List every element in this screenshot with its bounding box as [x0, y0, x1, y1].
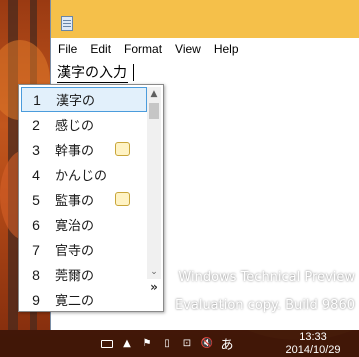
candidate-number: 7 [32, 241, 40, 258]
menu-edit[interactable]: Edit [89, 40, 117, 58]
candidate-text: 幹事の [55, 144, 95, 159]
notepad-app-icon[interactable] [61, 16, 73, 31]
candidate-scrollbar[interactable]: ▲ ⌄ [147, 87, 161, 279]
ime-candidate-item[interactable]: 5 監事の [21, 187, 147, 212]
candidate-list: 1 漢字の 2 感じの 3 幹事の 4 かんじの 5 監事の 6 寛治の 7 官寺の 8 莞爾の 9 寛二の [21, 87, 147, 312]
ime-candidate-item[interactable]: 3 幹事の [21, 137, 147, 162]
candidate-text: 寛二の [55, 294, 95, 309]
candidate-text: 感じの [55, 119, 95, 134]
scroll-thumb[interactable] [149, 103, 159, 119]
text-caret [133, 64, 134, 81]
candidate-text: かんじの [55, 169, 108, 184]
candidate-number: 4 [32, 166, 40, 183]
menu-help[interactable]: Help [213, 40, 245, 58]
candidate-number: 1 [33, 91, 41, 108]
ime-candidate-item[interactable]: 2 感じの [21, 112, 147, 137]
ime-candidate-item[interactable]: 6 寛治の [21, 212, 147, 237]
taskbar-clock[interactable]: 13:33 2014/10/29 [270, 330, 356, 357]
touch-keyboard-icon[interactable] [97, 330, 117, 357]
dictionary-note-icon[interactable] [115, 192, 130, 206]
volume-muted-icon[interactable]: 🔇 [197, 330, 217, 357]
scroll-down-arrow-icon[interactable]: ⌄ [147, 265, 161, 279]
system-tray: ▲ ⚑ ▯ ⊡ 🔇 あ [97, 330, 237, 357]
ime-candidate-item[interactable]: 8 莞爾の [21, 262, 147, 287]
action-center-flag-icon[interactable]: ⚑ [137, 330, 157, 357]
menu-format[interactable]: Format [123, 40, 168, 58]
ime-mode-indicator[interactable]: あ [217, 330, 237, 357]
network-icon[interactable]: ⊡ [177, 330, 197, 357]
candidate-number: 6 [32, 216, 40, 233]
virtual-machine-icon[interactable]: ▯ [157, 330, 177, 357]
candidate-number: 9 [32, 291, 40, 308]
menu-bar: File Edit Format View Help [51, 38, 359, 60]
ime-candidate-item[interactable]: 7 官寺の [21, 237, 147, 262]
menu-view[interactable]: View [174, 40, 207, 58]
candidate-number: 5 [32, 191, 40, 208]
candidate-text: 莞爾の [55, 269, 95, 284]
watermark-line-2: Evaluation copy. Build 9860 [174, 298, 355, 313]
show-hidden-icons-chevron-icon[interactable]: ▲ [117, 330, 137, 357]
menu-file[interactable]: File [57, 40, 83, 58]
clock-date: 2014/10/29 [285, 344, 341, 356]
watermark-line-1: Windows Technical Preview [178, 270, 355, 285]
ime-candidate-item[interactable]: 9 寛二の [21, 287, 147, 312]
candidate-text: 監事の [55, 194, 95, 209]
ime-candidate-window: 1 漢字の 2 感じの 3 幹事の 4 かんじの 5 監事の 6 寛治の 7 官寺の 8 莞爾の 9 寛二の ▲ … [18, 84, 164, 312]
title-bar[interactable] [51, 0, 359, 38]
taskbar: ▲ ⚑ ▯ ⊡ 🔇 あ 13:33 2014/10/29 [0, 330, 359, 357]
expand-candidates-button[interactable]: » [147, 279, 161, 295]
candidate-number: 2 [32, 116, 40, 133]
candidate-text: 寛治の [55, 219, 95, 234]
candidate-text: 官寺の [55, 244, 95, 259]
candidate-number: 8 [32, 266, 40, 283]
ime-composition-text: 漢字の入力 [57, 65, 128, 83]
dictionary-note-icon[interactable] [115, 142, 130, 156]
clock-time: 13:33 [299, 331, 327, 343]
ime-candidate-item[interactable]: 1 漢字の [21, 87, 147, 112]
scroll-up-arrow-icon[interactable]: ▲ [147, 87, 161, 101]
ime-candidate-item[interactable]: 4 かんじの [21, 162, 147, 187]
candidate-text: 漢字の [56, 94, 96, 109]
candidate-number: 3 [32, 141, 40, 158]
